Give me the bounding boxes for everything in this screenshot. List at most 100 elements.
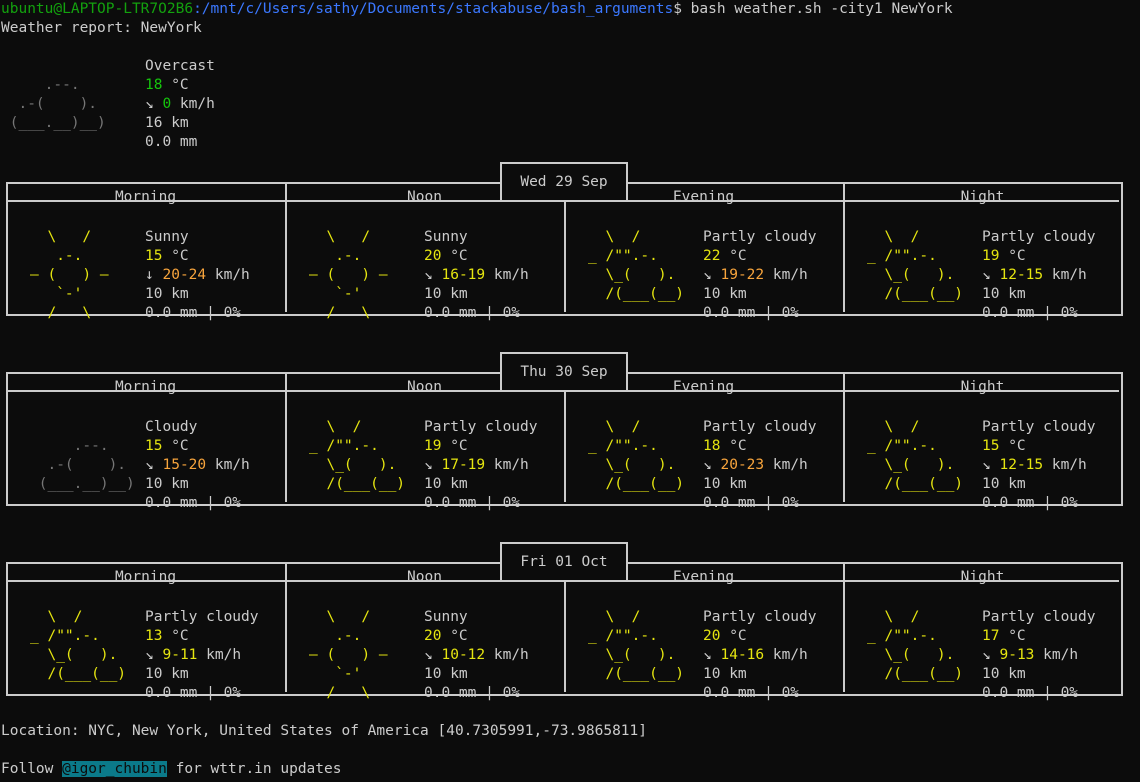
period-condition: Partly cloudy <box>982 609 1096 625</box>
period-precipitation: 0.0 mm | 0% <box>424 685 521 701</box>
wind-high-value: 11 <box>179 647 198 663</box>
wind-low-value: 10 <box>441 647 459 663</box>
period-label-night: Night <box>960 189 1005 205</box>
partly-cloudy-icon-line <box>867 494 972 513</box>
period-precipitation: 0.0 mm | 0% <box>145 495 242 511</box>
footer-prefix: Follow <box>1 761 63 777</box>
wind-low-value: 17 <box>441 457 459 473</box>
period-temperature: 18 °C <box>703 437 747 456</box>
period-condition: Partly cloudy <box>982 419 1096 435</box>
temp-unit: °C <box>162 438 189 454</box>
wind-direction-icon: ↘ <box>424 457 442 473</box>
wind-direction-icon: ↘ <box>703 647 721 663</box>
wind-unit: km/h <box>485 647 529 663</box>
period-label-morning: Morning <box>114 569 177 585</box>
wind-low-value: 14 <box>720 647 738 663</box>
temp-unit: °C <box>441 628 468 644</box>
period-visibility: 10 km <box>424 476 468 492</box>
forecast-day-table: Wed 29 Sep Morning \ / .-. ― ( ) ― `-' / … <box>6 162 1123 321</box>
partly-cloudy-icon-line: \ / <box>867 609 972 625</box>
period-condition: Partly cloudy <box>982 229 1096 245</box>
wind-range-separator: - <box>171 647 180 663</box>
period-label-night: Night <box>960 569 1005 585</box>
wind-unit: km/h <box>197 647 242 663</box>
partly-cloudy-icon-line: \_( ). <box>867 457 972 473</box>
wind-direction-icon: ↘ <box>145 457 163 473</box>
sun-icon-line: ― ( ) ― <box>309 647 388 663</box>
partly-cloudy-icon-line <box>588 684 693 703</box>
temp-unit: °C <box>441 248 468 264</box>
period-wind: ↘ 17-19 km/h <box>424 456 529 475</box>
period-visibility: 10 km <box>145 286 189 302</box>
period-condition: Sunny <box>424 609 468 625</box>
wind-low-value: 9 <box>162 647 172 663</box>
current-temp-value: 18 <box>145 77 163 93</box>
period-visibility: 10 km <box>982 286 1026 302</box>
wind-range-separator: - <box>458 267 468 283</box>
wind-unit: km/h <box>485 457 529 473</box>
report-title: Weather report: NewYork <box>1 20 202 36</box>
cloud-icon-line: .-( ). <box>30 457 144 473</box>
period-condition: Partly cloudy <box>703 609 817 625</box>
period-condition: Partly cloudy <box>424 419 538 435</box>
temp-value: 19 <box>424 438 442 454</box>
partly-cloudy-icon-line: _ /"".-. <box>588 628 693 644</box>
wind-low-value: 12 <box>999 267 1017 283</box>
partly-cloudy-icon-line <box>588 494 693 513</box>
period-precipitation: 0.0 mm | 0% <box>424 495 521 511</box>
prompt-command: bash weather.sh -city1 NewYork <box>681 1 953 17</box>
period-visibility: 10 km <box>703 476 747 492</box>
temp-value: 13 <box>145 628 163 644</box>
wind-range-separator: - <box>1016 267 1026 283</box>
sun-icon-line: \ / <box>309 609 388 625</box>
period-precipitation: 0.0 mm | 0% <box>982 495 1079 511</box>
period-divider <box>564 580 566 692</box>
prompt-symbol: $ <box>673 1 682 17</box>
wind-range-separator: - <box>737 457 747 473</box>
partly-cloudy-icon-line: \_( ). <box>30 647 135 663</box>
sun-icon-line: `-' <box>30 286 109 302</box>
sun-icon-line: \ / <box>30 229 109 245</box>
temp-unit: °C <box>441 438 468 454</box>
footer-handle-link[interactable]: @igor_chubin <box>62 761 167 777</box>
wind-low-value: 20 <box>162 267 180 283</box>
wind-direction-icon: ↘ <box>424 647 442 663</box>
terminal-window[interactable]: ubuntu@LAPTOP-LTR7O2B6:/mnt/c/Users/sath… <box>0 0 1140 782</box>
wind-low-value: 15 <box>162 457 180 473</box>
partly-cloudy-icon-line: \ / <box>588 229 693 245</box>
partly-cloudy-icon-line: _ /"".-. <box>867 438 972 454</box>
period-label-morning: Morning <box>114 379 177 395</box>
period-wind: ↘ 20-23 km/h <box>703 456 808 475</box>
temp-unit: °C <box>162 628 189 644</box>
wind-high-value: 19 <box>467 267 486 283</box>
sun-icon-line: `-' <box>309 286 388 302</box>
wind-unit: km/h <box>485 267 529 283</box>
temp-value: 15 <box>982 438 1000 454</box>
sun-icon-line: ― ( ) ― <box>30 267 109 283</box>
period-wind: ↘ 9-11 km/h <box>145 646 241 665</box>
day-date-label: Thu 30 Sep <box>500 352 628 392</box>
period-precipitation: 0.0 mm | 0% <box>703 685 800 701</box>
wind-unit: km/h <box>1043 457 1087 473</box>
partly-cloudy-icon-line: _ /"".-. <box>588 438 693 454</box>
current-wind-value: 0 <box>162 96 172 112</box>
temp-unit: °C <box>720 248 747 264</box>
period-precipitation: 0.0 mm | 0% <box>703 305 800 321</box>
temp-value: 19 <box>982 248 1000 264</box>
period-temperature: 22 °C <box>703 247 747 266</box>
forecast-day-table: Thu 30 Sep Morning .--. .-( ). (___.__)__… <box>6 352 1123 511</box>
partly-cloudy-icon-line <box>867 304 972 323</box>
temp-value: 15 <box>145 248 163 264</box>
sun-icon-line: / \ <box>309 685 388 701</box>
current-wind-unit: km/h <box>171 96 215 112</box>
wind-unit: km/h <box>1043 267 1087 283</box>
wind-high-value: 15 <box>1025 267 1044 283</box>
period-visibility: 10 km <box>982 476 1026 492</box>
wind-low-value: 12 <box>999 457 1017 473</box>
temp-value: 20 <box>703 628 721 644</box>
period-wind: ↘ 15-20 km/h <box>145 456 250 475</box>
partly-cloudy-icon-line: \_( ). <box>588 267 693 283</box>
wind-unit: km/h <box>764 647 808 663</box>
temp-value: 17 <box>982 628 1000 644</box>
partly-cloudy-icon-line <box>867 684 972 703</box>
